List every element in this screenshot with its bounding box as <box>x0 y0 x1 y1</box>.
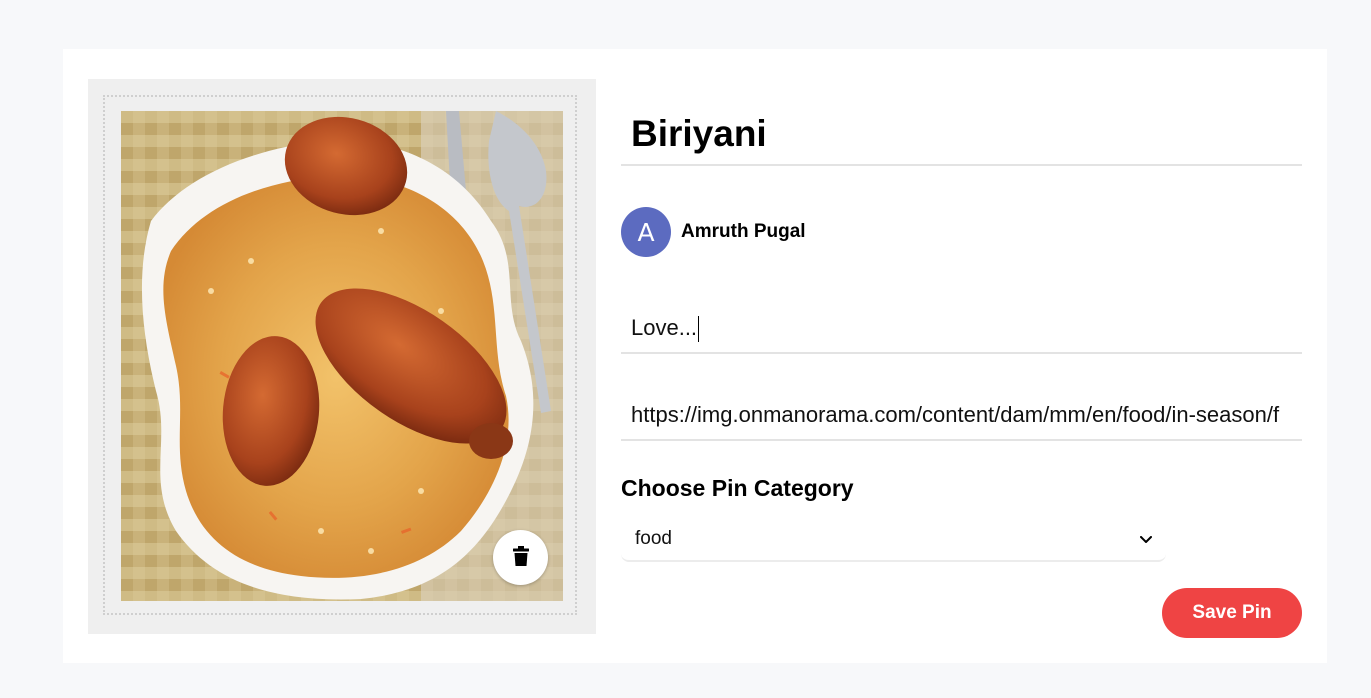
chevron-down-icon <box>1140 528 1152 550</box>
pin-destination-link-input[interactable]: https://img.onmanorama.com/content/dam/m… <box>621 391 1302 441</box>
save-pin-button[interactable]: Save Pin <box>1162 588 1302 638</box>
category-label: Choose Pin Category <box>621 475 854 501</box>
category-select[interactable]: food <box>621 517 1166 562</box>
author-name: Amruth Pugal <box>681 221 806 242</box>
pin-about-input[interactable]: Love... <box>621 304 1302 354</box>
trash-icon <box>512 546 529 569</box>
destination-text: https://img.onmanorama.com/content/dam/m… <box>631 402 1280 427</box>
uploaded-pin-image <box>121 111 563 601</box>
about-text: Love... <box>631 315 698 340</box>
delete-image-button[interactable] <box>493 530 548 585</box>
create-pin-card: A Amruth Pugal Love... https://img.onman… <box>63 49 1327 663</box>
pin-details-form: A Amruth Pugal Love... https://img.onman… <box>621 49 1302 663</box>
author-info: A Amruth Pugal <box>621 206 806 258</box>
category-selected-value: food <box>635 527 672 549</box>
avatar: A <box>621 207 671 257</box>
image-upload-panel <box>88 79 596 634</box>
pin-title-input[interactable] <box>621 103 1302 166</box>
text-cursor <box>698 316 700 343</box>
